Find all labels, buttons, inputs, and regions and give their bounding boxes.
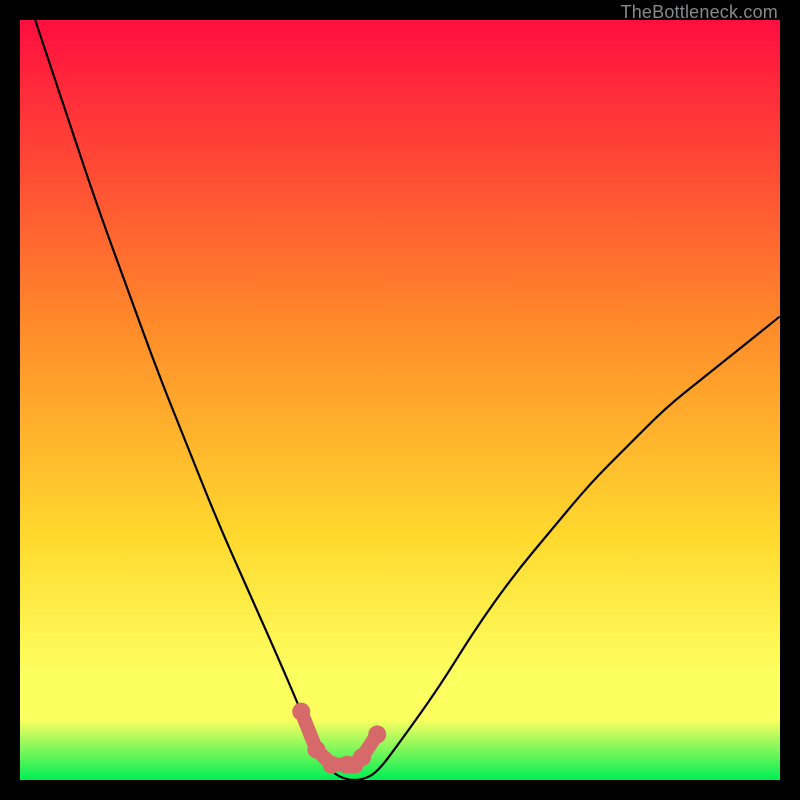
highlight-dot — [307, 741, 325, 759]
chart-frame: TheBottleneck.com — [0, 0, 800, 800]
chart-svg — [20, 20, 780, 780]
chart-canvas — [20, 20, 780, 780]
gradient-background — [20, 20, 780, 780]
highlight-dot — [353, 748, 371, 766]
highlight-dot — [292, 703, 310, 721]
highlight-dot — [368, 725, 386, 743]
